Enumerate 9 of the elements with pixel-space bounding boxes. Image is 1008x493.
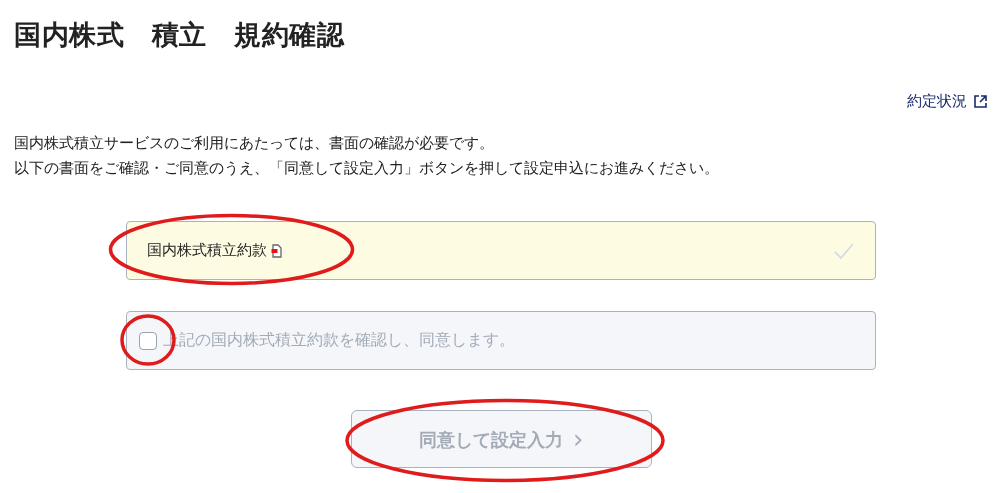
page-title: 国内株式 積立 規約確認 <box>14 18 346 52</box>
check-icon <box>833 241 855 260</box>
intro-text: 国内株式積立サービスのご利用にあたっては、書面の確認が必要です。 <box>14 133 495 154</box>
document-title: 国内株式積立約款 <box>147 241 267 260</box>
status-link[interactable]: 約定状況 <box>907 92 988 111</box>
document-row[interactable]: 国内株式積立約款 <box>126 221 876 280</box>
intro-text: 以下の書面をご確認・ご同意のうえ、「同意して設定入力」ボタンを押して設定申込にお進みください。 <box>14 158 720 179</box>
pdf-icon <box>271 243 283 258</box>
external-link-icon <box>973 94 988 109</box>
